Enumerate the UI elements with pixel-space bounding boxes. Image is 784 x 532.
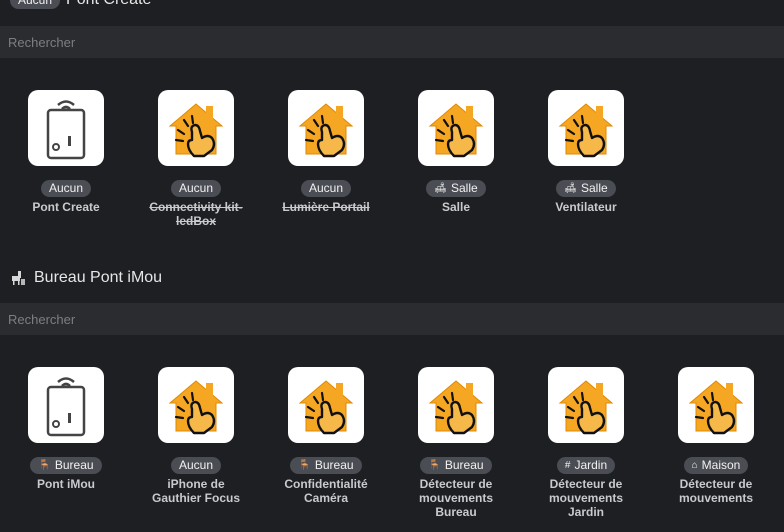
room-badge: Aucun [40,180,92,197]
home-tap-icon [288,367,364,443]
room-badge: Aucun [170,457,222,474]
remote-switch-icon [28,90,104,166]
room-badge: 🛋 Salle [556,180,616,197]
section-title-pont-create: Aucun Pont Create [10,0,151,9]
accessory-name: Détecteur de mouvements Jardin [548,477,624,519]
accessory-name: Salle [441,200,471,214]
room-badge-label: Aucun [308,181,344,195]
desk-chair-icon: 🪑 [428,460,441,471]
room-badge: Aucun [300,180,352,197]
accessory-name: Confidentialité Caméra [284,477,368,505]
search-input[interactable]: Rechercher [0,26,784,58]
home-tap-icon [548,90,624,166]
accessory-name: iPhone de Gauthier Focus [151,477,240,505]
home-tap-icon [288,90,364,166]
search-placeholder: Rechercher [8,311,76,327]
room-badge: 🪑 Bureau [30,457,102,474]
accessory-tile[interactable]: # Jardin Détecteur de mouvements Jardin [526,367,646,519]
accessory-name: Ventilateur [555,200,617,214]
accessory-tile[interactable]: Aucun Pont Create [6,90,126,214]
room-badge-label: Salle [451,181,478,195]
room-badge-label: Bureau [314,458,354,472]
accessory-tile[interactable]: ⌂ Maison Détecteur de mouvements [656,367,776,505]
room-badge: 🪑 Bureau [420,457,492,474]
accessory-name: Pont Create [32,200,100,214]
search-input[interactable]: Rechercher [0,303,784,335]
house-icon: ⌂ [691,460,698,471]
fence-icon: # [564,460,571,471]
accessory-tile[interactable]: 🪑 Bureau Confidentialité Caméra [266,367,386,505]
sofa-icon: 🛋 [564,183,577,194]
accessory-tile[interactable]: 🛋 Salle Salle [396,90,516,214]
section-title-text: Pont Create [66,0,151,9]
room-badge: 🪑 Bureau [290,457,362,474]
search-placeholder: Rechercher [8,34,76,50]
room-badge-label: Bureau [444,458,484,472]
room-badge-label: Jardin [574,458,608,472]
home-tap-icon [418,367,494,443]
accessory-tile[interactable]: Aucun Connectivity kit-ledBox [136,90,256,228]
section-title-bureau-pont-imou: Bureau Pont iMou [10,268,162,288]
accessory-name: Détecteur de mouvements [678,477,754,505]
room-badge-label: Aucun [48,181,84,195]
room-badge-label: Bureau [54,458,94,472]
accessory-tile[interactable]: 🛋 Salle Ventilateur [526,90,646,214]
accessory-name: Pont iMou [37,477,95,491]
section-title-text: Bureau Pont iMou [34,269,163,286]
home-tap-icon [548,367,624,443]
accessory-name: Connectivity kit-ledBox [149,200,243,228]
room-badge: Aucun [170,180,222,197]
room-badge-label: Aucun [178,458,214,472]
accessory-name: Détecteur de mouvements Bureau [418,477,494,519]
room-badge: Aucun [10,0,61,9]
remote-switch-icon [28,367,104,443]
room-badge: # Jardin [556,457,616,474]
room-badge-label: Maison [701,458,741,472]
room-badge-label: Salle [581,181,608,195]
home-tap-icon [418,90,494,166]
accessory-tile[interactable]: Aucun Lumière Portail [266,90,386,214]
desk-chair-icon: 🪑 [38,460,51,471]
sofa-icon: 🛋 [434,183,447,194]
room-badge: 🛋 Salle [426,180,486,197]
accessory-name: Lumière Portail [282,200,370,214]
room-badge-label: Aucun [178,181,214,195]
desk-chair-icon [10,270,26,286]
accessory-tile[interactable]: Aucun iPhone de Gauthier Focus [136,367,256,505]
home-tap-icon [158,90,234,166]
home-tap-icon [678,367,754,443]
desk-chair-icon: 🪑 [298,460,311,471]
accessory-tile[interactable]: 🪑 Bureau Pont iMou [6,367,126,491]
accessory-tile[interactable]: 🪑 Bureau Détecteur de mouvements Bureau [396,367,516,519]
room-badge: ⌂ Maison [683,457,749,474]
home-tap-icon [158,367,234,443]
